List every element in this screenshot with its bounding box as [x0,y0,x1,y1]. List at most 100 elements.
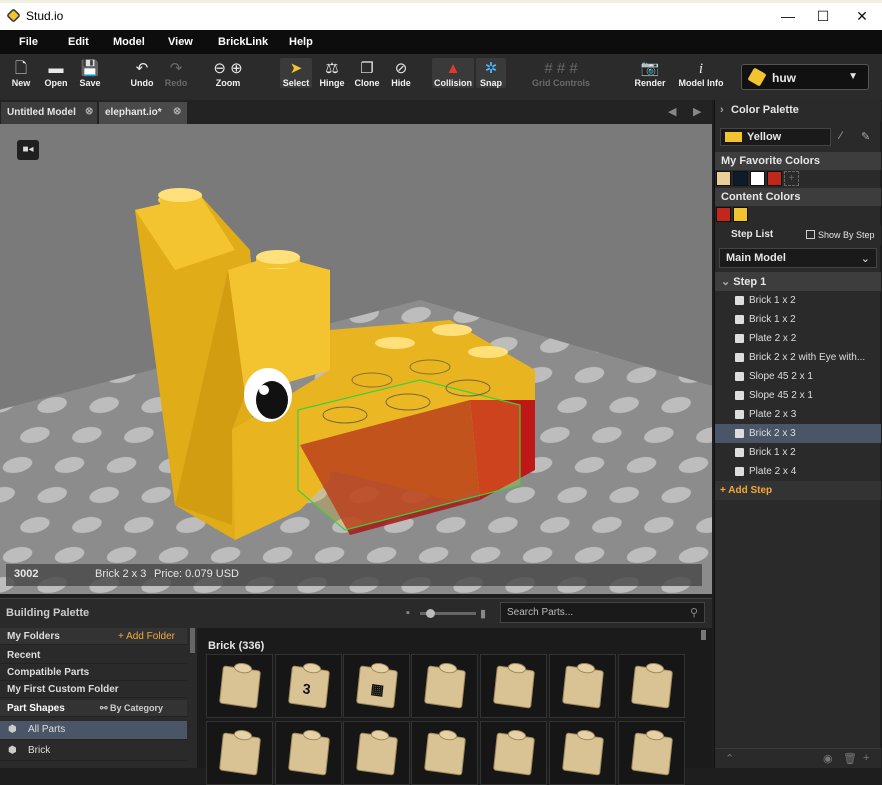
add-icon[interactable]: + [863,752,869,764]
paint-icon[interactable]: ✎ [861,130,870,143]
favorite-color-swatch[interactable] [733,171,748,186]
hide-button[interactable]: ⊘ Hide [386,58,416,88]
model-select[interactable]: Main Model ⌄ [719,248,877,268]
window-title: Stud.io [26,9,64,23]
folder-compatible-parts[interactable]: Compatible Parts [0,664,187,681]
visibility-icon[interactable]: ◉ [823,752,833,765]
part-thumbnail[interactable] [206,654,273,718]
hinge-button[interactable]: ⚖ Hinge [316,58,348,88]
favorite-color-swatch[interactable] [767,171,782,186]
collapse-icon[interactable]: ⌃ [725,752,734,765]
snap-button[interactable]: ✲ Snap [476,58,506,88]
my-folders-header[interactable]: My Folders + Add Folder [0,628,187,645]
by-category-toggle[interactable]: ⚯ By Category [100,703,163,714]
part-shapes-header[interactable]: Part Shapes ⚯ By Category [0,700,187,717]
step-item[interactable]: Brick 1 x 2 [715,310,881,329]
clone-button[interactable]: ❐ Clone [351,58,383,88]
part-thumbnail[interactable] [618,721,685,785]
new-button[interactable]: 🗋 New [6,58,36,88]
step-item[interactable]: Plate 2 x 3 [715,405,881,424]
open-icon: ▬ [48,60,64,77]
menu-file[interactable]: File [19,36,38,48]
folder-custom[interactable]: My First Custom Folder [0,681,187,698]
part-thumbnail[interactable] [343,721,410,785]
step-1-header[interactable]: ⌄ Step 1 [715,272,881,291]
render-button[interactable]: 📷 Render [632,58,668,88]
minimize-button[interactable]: — [770,5,806,29]
select-button[interactable]: ➤ Select [280,58,312,88]
clone-icon: ❐ [360,60,374,77]
part-thumbnail[interactable] [480,654,547,718]
close-button[interactable]: ✕ [844,5,880,29]
open-button[interactable]: ▬ Open [40,58,72,88]
menu-view[interactable]: View [168,36,193,48]
maximize-button[interactable]: ☐ [805,5,841,29]
thumbnail-size-slider[interactable] [420,609,476,618]
folder-recent[interactable]: Recent [0,647,187,664]
add-step-button[interactable]: + Add Step [715,481,881,500]
user-avatar-icon [747,67,767,87]
close-tab-icon[interactable]: ⊗ [173,106,181,117]
model-canvas[interactable] [0,124,712,594]
part-thumbnail[interactable] [549,654,616,718]
tab-scroll-left-icon[interactable]: ◀ [668,105,676,118]
collision-button[interactable]: ▲ Collision [432,58,474,88]
parts-scrollbar[interactable] [701,630,706,640]
eyedropper-icon[interactable]: ⁄ [840,130,842,142]
3d-viewport[interactable] [0,124,712,594]
step-item[interactable]: Slope 45 2 x 1 [715,367,881,386]
menu-edit[interactable]: Edit [68,36,89,48]
brick-icon [735,372,744,381]
part-thumbnail[interactable] [618,654,685,718]
camera-icon[interactable]: ■◂ [17,140,39,160]
model-info-button[interactable]: i Model Info [677,58,725,88]
redo-icon: ↷ [169,60,183,77]
content-color-swatch[interactable] [733,207,748,222]
select-icon: ➤ [289,60,303,77]
part-thumbnail[interactable] [275,721,342,785]
trash-icon[interactable]: 🗑 [843,752,857,765]
step-item[interactable]: Plate 2 x 2 [715,329,881,348]
part-thumbnail[interactable]: ▦ [343,654,410,718]
step-item[interactable]: Plate 2 x 4 [715,462,881,481]
zoom-button[interactable]: ⊖ ⊕ Zoom [200,58,256,88]
step-item[interactable]: Brick 2 x 2 with Eye with... [715,348,881,367]
show-by-step-checkbox[interactable] [806,230,815,239]
part-thumbnail[interactable] [549,721,616,785]
user-dropdown[interactable]: huw ▼ [741,64,869,90]
menu-help[interactable]: Help [289,36,313,48]
search-parts-input[interactable]: Search Parts... ⚲ [500,602,705,623]
add-favorite-color-icon[interactable]: + [784,171,799,186]
content-color-swatch[interactable] [716,207,731,222]
right-panel: › Color Palette Yellow ⁄ ✎ My Favorite Co… [714,100,881,768]
grid-controls-button[interactable]: # # # Grid Controls [506,58,616,88]
step-item[interactable]: Brick 1 x 2 [715,291,881,310]
step-item[interactable]: Brick 1 x 2 [715,443,881,462]
menu-model[interactable]: Model [113,36,145,48]
close-tab-icon[interactable]: ⊗ [85,106,93,117]
shape-brick[interactable]: ⬢ Brick [0,742,187,761]
add-folder-button[interactable]: + Add Folder [118,631,175,642]
redo-button[interactable]: ↷ Redo [161,58,191,88]
undo-button[interactable]: ↶ Undo [126,58,158,88]
favorite-color-swatch[interactable] [750,171,765,186]
favorite-colors-header[interactable]: My Favorite Colors [715,152,881,170]
color-palette-header[interactable]: › Color Palette [715,101,881,121]
tab-elephant[interactable]: elephant.io* ⊗ [99,102,187,124]
shape-all-parts[interactable]: ⬢ All Parts [0,721,187,740]
tab-untitled-model[interactable]: Untitled Model ⊗ [1,102,97,124]
menu-bricklink[interactable]: BrickLink [218,36,268,48]
current-color-field[interactable]: Yellow [720,128,831,146]
save-button[interactable]: 💾 Save [75,58,105,88]
favorite-color-swatch[interactable] [716,171,731,186]
step-item-selected[interactable]: Brick 2 x 3 [715,424,881,443]
content-colors-header[interactable]: Content Colors [715,188,881,206]
part-thumbnail[interactable] [480,721,547,785]
part-thumbnail[interactable]: 3 [275,654,342,718]
folder-scrollbar[interactable] [190,628,195,653]
part-thumbnail[interactable] [206,721,273,785]
part-thumbnail[interactable] [411,654,478,718]
tab-scroll-right-icon[interactable]: ▶ [693,105,701,118]
part-thumbnail[interactable] [411,721,478,785]
step-item[interactable]: Slope 45 2 x 1 [715,386,881,405]
